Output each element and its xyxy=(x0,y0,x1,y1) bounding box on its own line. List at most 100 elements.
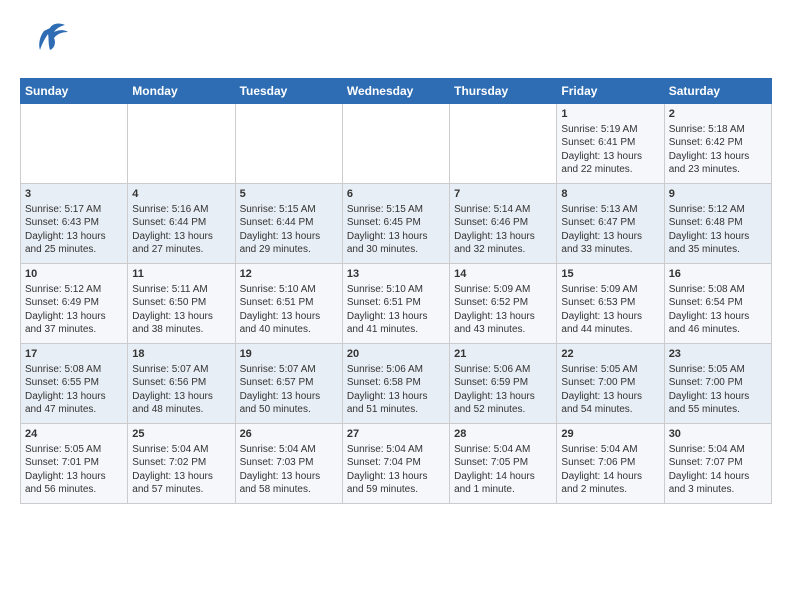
day-number: 2 xyxy=(669,107,767,122)
day-number: 10 xyxy=(25,267,123,282)
weekday-header-thursday: Thursday xyxy=(450,79,557,104)
calendar-cell xyxy=(128,104,235,184)
day-info: Sunrise: 5:05 AM Sunset: 7:00 PM Dayligh… xyxy=(669,363,767,417)
calendar-cell: 2Sunrise: 5:18 AM Sunset: 6:42 PM Daylig… xyxy=(664,104,771,184)
calendar-cell: 10Sunrise: 5:12 AM Sunset: 6:49 PM Dayli… xyxy=(21,264,128,344)
calendar-cell: 30Sunrise: 5:04 AM Sunset: 7:07 PM Dayli… xyxy=(664,424,771,504)
day-info: Sunrise: 5:09 AM Sunset: 6:52 PM Dayligh… xyxy=(454,283,552,337)
calendar-cell: 24Sunrise: 5:05 AM Sunset: 7:01 PM Dayli… xyxy=(21,424,128,504)
day-info: Sunrise: 5:06 AM Sunset: 6:59 PM Dayligh… xyxy=(454,363,552,417)
calendar-cell xyxy=(342,104,449,184)
day-number: 4 xyxy=(132,187,230,202)
day-info: Sunrise: 5:06 AM Sunset: 6:58 PM Dayligh… xyxy=(347,363,445,417)
day-number: 11 xyxy=(132,267,230,282)
day-number: 6 xyxy=(347,187,445,202)
day-info: Sunrise: 5:15 AM Sunset: 6:45 PM Dayligh… xyxy=(347,203,445,257)
day-number: 9 xyxy=(669,187,767,202)
day-number: 16 xyxy=(669,267,767,282)
weekday-header-monday: Monday xyxy=(128,79,235,104)
day-number: 14 xyxy=(454,267,552,282)
day-number: 20 xyxy=(347,347,445,362)
day-info: Sunrise: 5:09 AM Sunset: 6:53 PM Dayligh… xyxy=(561,283,659,337)
day-number: 30 xyxy=(669,427,767,442)
calendar-cell: 7Sunrise: 5:14 AM Sunset: 6:46 PM Daylig… xyxy=(450,184,557,264)
day-info: Sunrise: 5:04 AM Sunset: 7:03 PM Dayligh… xyxy=(240,443,338,497)
day-info: Sunrise: 5:08 AM Sunset: 6:54 PM Dayligh… xyxy=(669,283,767,337)
day-number: 3 xyxy=(25,187,123,202)
day-number: 29 xyxy=(561,427,659,442)
calendar-cell: 13Sunrise: 5:10 AM Sunset: 6:51 PM Dayli… xyxy=(342,264,449,344)
day-info: Sunrise: 5:04 AM Sunset: 7:05 PM Dayligh… xyxy=(454,443,552,497)
calendar-cell: 8Sunrise: 5:13 AM Sunset: 6:47 PM Daylig… xyxy=(557,184,664,264)
calendar-cell: 1Sunrise: 5:19 AM Sunset: 6:41 PM Daylig… xyxy=(557,104,664,184)
logo xyxy=(20,20,62,70)
calendar-cell: 4Sunrise: 5:16 AM Sunset: 6:44 PM Daylig… xyxy=(128,184,235,264)
weekday-header-sunday: Sunday xyxy=(21,79,128,104)
calendar-cell: 20Sunrise: 5:06 AM Sunset: 6:58 PM Dayli… xyxy=(342,344,449,424)
calendar-header-row: SundayMondayTuesdayWednesdayThursdayFrid… xyxy=(21,79,772,104)
calendar-cell: 5Sunrise: 5:15 AM Sunset: 6:44 PM Daylig… xyxy=(235,184,342,264)
calendar-cell: 23Sunrise: 5:05 AM Sunset: 7:00 PM Dayli… xyxy=(664,344,771,424)
calendar-cell: 22Sunrise: 5:05 AM Sunset: 7:00 PM Dayli… xyxy=(557,344,664,424)
calendar-cell: 29Sunrise: 5:04 AM Sunset: 7:06 PM Dayli… xyxy=(557,424,664,504)
day-info: Sunrise: 5:05 AM Sunset: 7:00 PM Dayligh… xyxy=(561,363,659,417)
calendar-cell: 25Sunrise: 5:04 AM Sunset: 7:02 PM Dayli… xyxy=(128,424,235,504)
calendar-cell: 28Sunrise: 5:04 AM Sunset: 7:05 PM Dayli… xyxy=(450,424,557,504)
day-info: Sunrise: 5:04 AM Sunset: 7:07 PM Dayligh… xyxy=(669,443,767,497)
day-number: 17 xyxy=(25,347,123,362)
calendar-week-row: 3Sunrise: 5:17 AM Sunset: 6:43 PM Daylig… xyxy=(21,184,772,264)
day-info: Sunrise: 5:11 AM Sunset: 6:50 PM Dayligh… xyxy=(132,283,230,337)
calendar-week-row: 1Sunrise: 5:19 AM Sunset: 6:41 PM Daylig… xyxy=(21,104,772,184)
calendar-week-row: 17Sunrise: 5:08 AM Sunset: 6:55 PM Dayli… xyxy=(21,344,772,424)
day-number: 23 xyxy=(669,347,767,362)
day-number: 24 xyxy=(25,427,123,442)
calendar-cell: 9Sunrise: 5:12 AM Sunset: 6:48 PM Daylig… xyxy=(664,184,771,264)
header xyxy=(20,16,772,70)
calendar-cell: 18Sunrise: 5:07 AM Sunset: 6:56 PM Dayli… xyxy=(128,344,235,424)
day-info: Sunrise: 5:05 AM Sunset: 7:01 PM Dayligh… xyxy=(25,443,123,497)
day-info: Sunrise: 5:04 AM Sunset: 7:04 PM Dayligh… xyxy=(347,443,445,497)
day-info: Sunrise: 5:08 AM Sunset: 6:55 PM Dayligh… xyxy=(25,363,123,417)
day-info: Sunrise: 5:12 AM Sunset: 6:49 PM Dayligh… xyxy=(25,283,123,337)
calendar-cell xyxy=(235,104,342,184)
day-info: Sunrise: 5:14 AM Sunset: 6:46 PM Dayligh… xyxy=(454,203,552,257)
day-number: 13 xyxy=(347,267,445,282)
calendar-cell: 6Sunrise: 5:15 AM Sunset: 6:45 PM Daylig… xyxy=(342,184,449,264)
day-info: Sunrise: 5:18 AM Sunset: 6:42 PM Dayligh… xyxy=(669,123,767,177)
calendar-cell xyxy=(21,104,128,184)
day-info: Sunrise: 5:12 AM Sunset: 6:48 PM Dayligh… xyxy=(669,203,767,257)
calendar-week-row: 10Sunrise: 5:12 AM Sunset: 6:49 PM Dayli… xyxy=(21,264,772,344)
calendar-cell: 11Sunrise: 5:11 AM Sunset: 6:50 PM Dayli… xyxy=(128,264,235,344)
calendar-cell: 17Sunrise: 5:08 AM Sunset: 6:55 PM Dayli… xyxy=(21,344,128,424)
calendar-table: SundayMondayTuesdayWednesdayThursdayFrid… xyxy=(20,78,772,504)
day-info: Sunrise: 5:16 AM Sunset: 6:44 PM Dayligh… xyxy=(132,203,230,257)
day-info: Sunrise: 5:10 AM Sunset: 6:51 PM Dayligh… xyxy=(240,283,338,337)
weekday-header-tuesday: Tuesday xyxy=(235,79,342,104)
day-number: 8 xyxy=(561,187,659,202)
calendar-week-row: 24Sunrise: 5:05 AM Sunset: 7:01 PM Dayli… xyxy=(21,424,772,504)
calendar-cell: 27Sunrise: 5:04 AM Sunset: 7:04 PM Dayli… xyxy=(342,424,449,504)
calendar-cell: 14Sunrise: 5:09 AM Sunset: 6:52 PM Dayli… xyxy=(450,264,557,344)
day-info: Sunrise: 5:04 AM Sunset: 7:06 PM Dayligh… xyxy=(561,443,659,497)
day-number: 7 xyxy=(454,187,552,202)
calendar-cell: 3Sunrise: 5:17 AM Sunset: 6:43 PM Daylig… xyxy=(21,184,128,264)
day-number: 19 xyxy=(240,347,338,362)
day-info: Sunrise: 5:07 AM Sunset: 6:56 PM Dayligh… xyxy=(132,363,230,417)
day-info: Sunrise: 5:13 AM Sunset: 6:47 PM Dayligh… xyxy=(561,203,659,257)
day-info: Sunrise: 5:15 AM Sunset: 6:44 PM Dayligh… xyxy=(240,203,338,257)
day-info: Sunrise: 5:04 AM Sunset: 7:02 PM Dayligh… xyxy=(132,443,230,497)
weekday-header-saturday: Saturday xyxy=(664,79,771,104)
day-number: 22 xyxy=(561,347,659,362)
day-info: Sunrise: 5:19 AM Sunset: 6:41 PM Dayligh… xyxy=(561,123,659,177)
day-number: 18 xyxy=(132,347,230,362)
day-number: 25 xyxy=(132,427,230,442)
logo-icon xyxy=(20,20,70,65)
calendar-cell: 15Sunrise: 5:09 AM Sunset: 6:53 PM Dayli… xyxy=(557,264,664,344)
calendar-cell: 19Sunrise: 5:07 AM Sunset: 6:57 PM Dayli… xyxy=(235,344,342,424)
calendar-cell: 12Sunrise: 5:10 AM Sunset: 6:51 PM Dayli… xyxy=(235,264,342,344)
calendar-cell: 21Sunrise: 5:06 AM Sunset: 6:59 PM Dayli… xyxy=(450,344,557,424)
day-info: Sunrise: 5:17 AM Sunset: 6:43 PM Dayligh… xyxy=(25,203,123,257)
page-container: SundayMondayTuesdayWednesdayThursdayFrid… xyxy=(0,0,792,514)
day-number: 12 xyxy=(240,267,338,282)
day-number: 28 xyxy=(454,427,552,442)
